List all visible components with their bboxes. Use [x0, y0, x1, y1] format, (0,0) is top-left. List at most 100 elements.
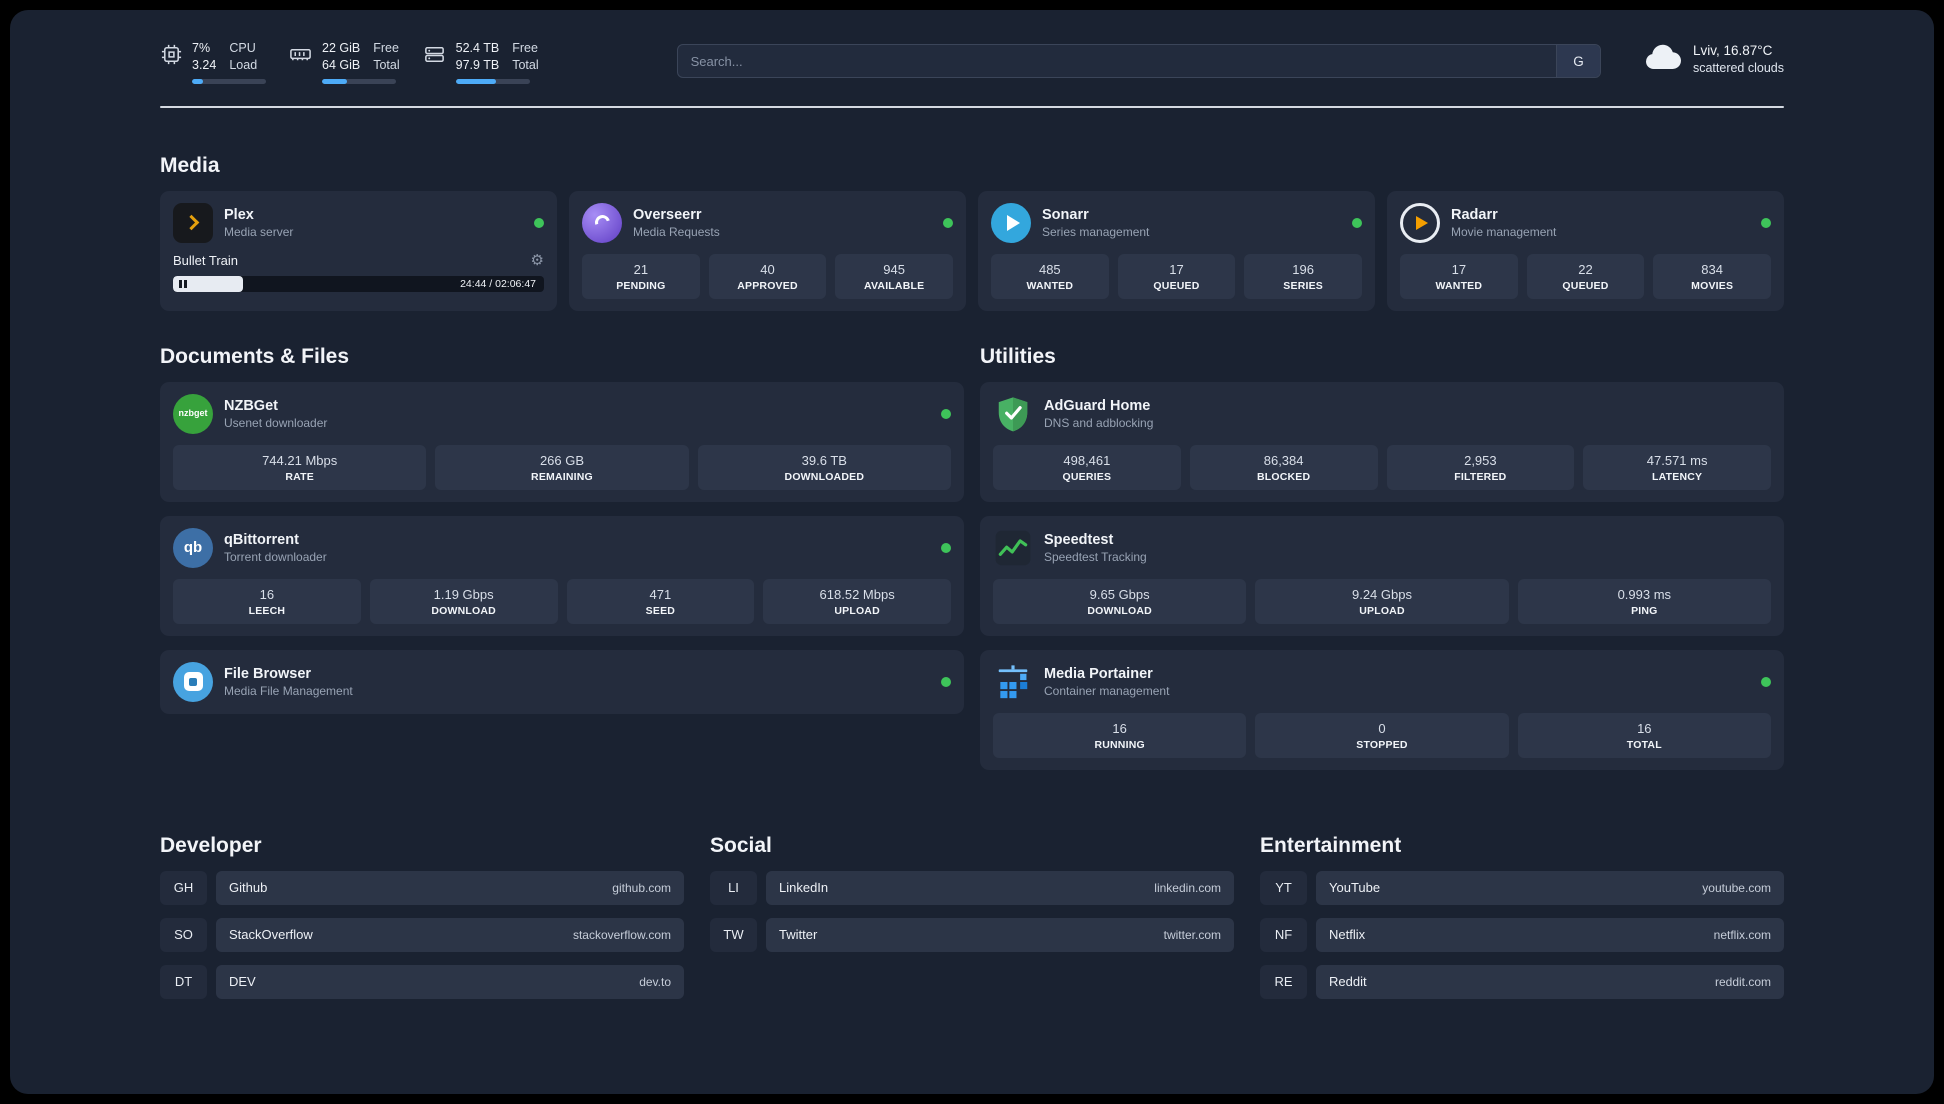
- bookmark-netflix[interactable]: NF Netflix netflix.com: [1260, 917, 1784, 952]
- ram-total-label: Total: [373, 57, 400, 72]
- stat-rate: 744.21 Mbps RATE: [173, 444, 427, 490]
- plex-now-playing-widget: Bullet Train ⚙ 24:44 / 02:06:47: [173, 253, 544, 292]
- entertainment-section-title: Entertainment: [1260, 833, 1402, 857]
- cpu-load-label: Load: [229, 57, 258, 72]
- stat-blocked: 86,384 BLOCKED: [1189, 444, 1378, 490]
- app-card-radarr[interactable]: Radarr Movie management 17 WANTED 22 QUE…: [1387, 190, 1784, 311]
- bookmark-abbr: SO: [160, 917, 207, 952]
- bookmark-twitter[interactable]: TW Twitter twitter.com: [710, 917, 1234, 952]
- status-dot: [534, 217, 544, 228]
- app-name: File Browser: [224, 665, 312, 682]
- radarr-icon: [1400, 202, 1440, 243]
- ram-total-value: 64 GiB: [322, 57, 361, 72]
- app-card-plex[interactable]: Plex Media server Bullet Train ⚙ 24:44 /…: [160, 190, 557, 311]
- app-name: Overseerr: [633, 206, 702, 223]
- stat-stopped: 0 STOPPED: [1255, 712, 1509, 758]
- player-progress-bar[interactable]: 24:44 / 02:06:47: [173, 275, 544, 292]
- stat-movies: 834 MOVIES: [1653, 253, 1771, 299]
- status-dot: [941, 542, 951, 553]
- stat-pending: 21 PENDING: [582, 253, 700, 299]
- bookmark-abbr: NF: [1260, 917, 1307, 952]
- app-name: AdGuard Home: [1044, 397, 1151, 414]
- bookmark-youtube[interactable]: YT YouTube youtube.com: [1260, 870, 1784, 905]
- bookmark-name: Reddit: [1329, 974, 1367, 990]
- app-card-filebrowser[interactable]: File Browser Media File Management: [160, 649, 964, 714]
- app-desc: Movie management: [1451, 224, 1557, 239]
- bookmark-name: StackOverflow: [229, 927, 313, 943]
- filebrowser-icon: [173, 661, 213, 702]
- app-card-qbittorrent[interactable]: qb qBittorrent Torrent downloader 16 LEE…: [160, 515, 964, 636]
- stat-wanted: 485 WANTED: [991, 253, 1109, 299]
- app-desc: Container management: [1044, 683, 1170, 698]
- stat-upload: 9.24 Gbps UPLOAD: [1255, 578, 1509, 624]
- bookmark-group-social: Social LI LinkedIn linkedin.com TW Twitt…: [710, 834, 1234, 1012]
- bookmark-url: netflix.com: [1713, 927, 1771, 942]
- bookmark-url: youtube.com: [1702, 880, 1771, 895]
- bookmark-name: LinkedIn: [779, 880, 829, 896]
- pause-icon[interactable]: [179, 279, 187, 288]
- stat-upload: 618.52 Mbps UPLOAD: [763, 578, 951, 624]
- stat-available: 945 AVAILABLE: [835, 253, 953, 299]
- status-dot: [1761, 676, 1771, 687]
- stat-download: 1.19 Gbps DOWNLOAD: [369, 578, 558, 624]
- stat-approved: 40 APPROVED: [708, 253, 827, 299]
- disk-total-value: 97.9 TB: [455, 57, 500, 72]
- status-dot: [1352, 217, 1362, 228]
- documents-section-title: Documents & Files: [160, 344, 350, 368]
- bookmarks: Developer GH Github github.com SO StackO…: [160, 834, 1784, 1012]
- app-card-speedtest[interactable]: Speedtest Speedtest Tracking 9.65 Gbps D…: [980, 515, 1784, 636]
- stat-download: 9.65 Gbps DOWNLOAD: [993, 578, 1247, 624]
- gear-icon[interactable]: ⚙: [531, 253, 544, 268]
- ram-free-label: Free: [373, 41, 399, 55]
- stat-series: 196 SERIES: [1244, 253, 1362, 299]
- weather-condition: scattered clouds: [1692, 61, 1784, 76]
- bookmark-url: github.com: [612, 880, 671, 895]
- app-desc: DNS and adblocking: [1044, 415, 1154, 430]
- app-desc: Usenet downloader: [224, 415, 328, 430]
- bookmark-linkedin[interactable]: LI LinkedIn linkedin.com: [710, 870, 1234, 905]
- app-name: Media Portainer: [1044, 665, 1153, 682]
- now-playing-title: Bullet Train: [173, 252, 239, 268]
- bookmark-dev[interactable]: DT DEV dev.to: [160, 964, 684, 999]
- stat-latency: 47.571 ms LATENCY: [1583, 444, 1771, 490]
- adguard-icon: [993, 394, 1033, 434]
- ram-widget: 22 GiB 64 GiB Free Total: [288, 40, 400, 84]
- search-engine-button[interactable]: G: [1555, 45, 1600, 77]
- bookmark-github[interactable]: GH Github github.com: [160, 870, 684, 905]
- bookmark-reddit[interactable]: RE Reddit reddit.com: [1260, 964, 1784, 999]
- app-card-overseerr[interactable]: Overseerr Media Requests 21 PENDING 40 A…: [569, 190, 966, 311]
- app-name: Plex: [224, 206, 254, 223]
- bookmark-url: dev.to: [639, 974, 671, 989]
- player-time: 24:44 / 02:06:47: [460, 277, 536, 290]
- sonarr-icon: [991, 202, 1031, 243]
- top-bar: 7% 3.24 CPU Load 22 GiB 64 GiB Free Tota…: [160, 40, 1784, 84]
- stat-seed: 471 SEED: [566, 578, 755, 624]
- app-name: Speedtest: [1044, 531, 1114, 548]
- bookmark-stackoverflow[interactable]: SO StackOverflow stackoverflow.com: [160, 917, 684, 952]
- app-desc: Media server: [224, 224, 294, 239]
- section-documents: Documents & Files nzbget NZBGet Usenet d…: [160, 345, 964, 784]
- disk-icon: [422, 43, 447, 66]
- ram-free-value: 22 GiB: [322, 41, 361, 55]
- qbittorrent-icon: qb: [173, 527, 213, 568]
- stat-remaining: 266 GB REMAINING: [435, 444, 689, 490]
- app-desc: Speedtest Tracking: [1044, 549, 1147, 564]
- app-card-adguard[interactable]: AdGuard Home DNS and adblocking 498,461 …: [980, 381, 1784, 502]
- app-name: NZBGet: [224, 397, 278, 414]
- search-input[interactable]: [677, 45, 1556, 77]
- bookmark-name: Twitter: [779, 927, 818, 943]
- stat-wanted: 17 WANTED: [1400, 253, 1518, 299]
- bookmark-abbr: DT: [160, 964, 207, 999]
- cpu-icon: [160, 43, 183, 66]
- app-desc: Media Requests: [633, 224, 720, 239]
- section-utilities: Utilities AdGuard Home DNS and adblockin…: [980, 345, 1784, 784]
- app-card-nzbget[interactable]: nzbget NZBGet Usenet downloader 744.21 M…: [160, 381, 964, 502]
- app-card-portainer[interactable]: Media Portainer Container management 16 …: [980, 649, 1784, 770]
- status-dot: [943, 217, 953, 228]
- app-card-sonarr[interactable]: Sonarr Series management 485 WANTED 17 Q…: [978, 190, 1375, 311]
- weather-widget: Lviv, 16.87°C scattered clouds: [1643, 42, 1784, 77]
- cpu-load-value: 3.24: [192, 57, 217, 72]
- developer-section-title: Developer: [160, 833, 262, 857]
- bookmark-abbr: YT: [1260, 870, 1307, 905]
- stat-ping: 0.993 ms PING: [1517, 578, 1771, 624]
